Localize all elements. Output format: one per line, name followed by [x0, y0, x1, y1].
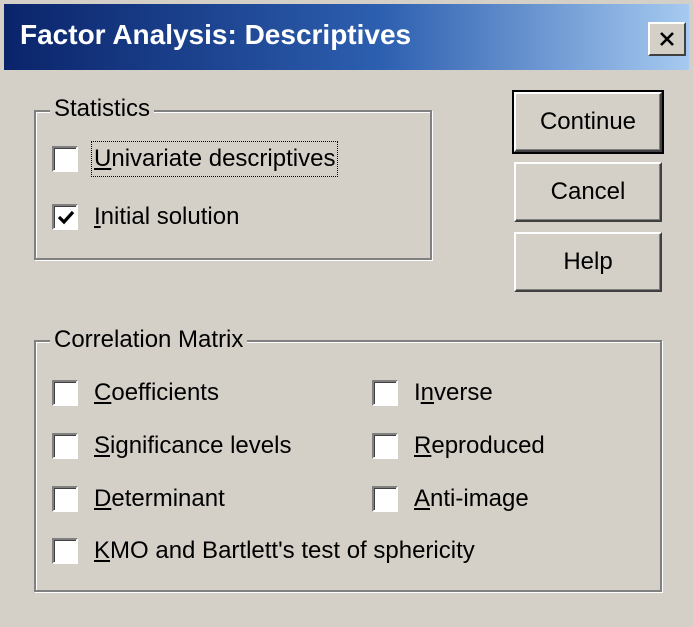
cancel-button[interactable]: Cancel: [514, 162, 662, 222]
checkbox-box[interactable]: [52, 380, 78, 406]
significance-levels-label: Significance levels: [94, 432, 292, 459]
check-icon: [57, 210, 75, 225]
checkbox-box[interactable]: [372, 486, 398, 512]
title-bar[interactable]: Factor Analysis: Descriptives: [4, 4, 689, 70]
correlation-matrix-legend: Correlation Matrix: [50, 326, 248, 354]
coefficients-label: Coefficients: [94, 379, 219, 406]
window-title: Factor Analysis: Descriptives: [20, 19, 412, 50]
checkbox-box[interactable]: [52, 146, 78, 172]
inverse-label: Inverse: [414, 379, 493, 406]
statistics-legend: Statistics: [50, 95, 155, 123]
checkbox-box[interactable]: [372, 380, 398, 406]
close-icon: [660, 32, 674, 46]
univariate-descriptives-label: Univariate descriptives: [90, 141, 339, 177]
kmo-bartlett-label: KMO and Bartlett's test of sphericity: [94, 537, 475, 564]
close-button[interactable]: [648, 22, 686, 56]
initial-solution-label: Initial solution: [94, 203, 240, 230]
help-button[interactable]: Help: [514, 232, 662, 292]
anti-image-label: Anti-image: [414, 485, 529, 512]
reproduced-label: Reproduced: [414, 432, 545, 459]
continue-button[interactable]: Continue: [512, 90, 664, 154]
checkbox-box[interactable]: [52, 486, 78, 512]
checkbox-box[interactable]: [52, 538, 78, 564]
determinant-label: Determinant: [94, 485, 225, 512]
checkbox-box[interactable]: [52, 433, 78, 459]
checkbox-box[interactable]: [52, 204, 78, 230]
statistics-group: [34, 110, 432, 260]
dialog-window: Factor Analysis: Descriptives Statistics…: [0, 0, 693, 627]
checkbox-box[interactable]: [372, 433, 398, 459]
